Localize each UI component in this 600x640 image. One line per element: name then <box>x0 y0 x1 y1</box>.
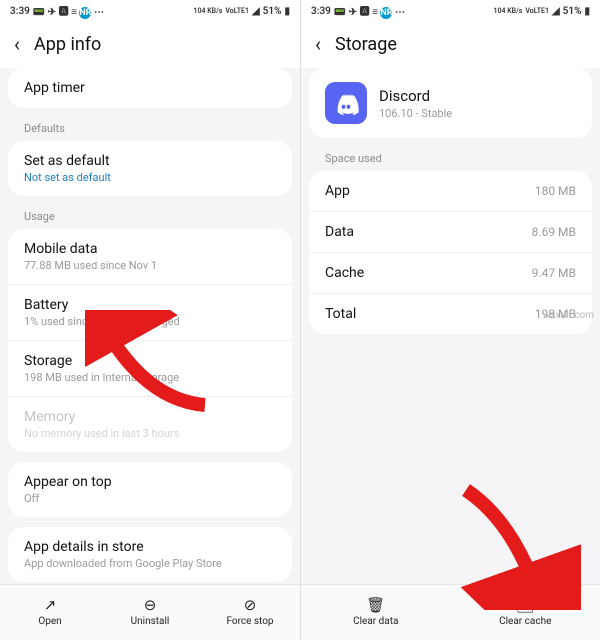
status-volte: VoLTE1 <box>525 7 549 15</box>
section-space-used: Space used <box>309 148 592 171</box>
app-version: 106.10 - Stable <box>379 107 452 120</box>
status-time: 3:39 <box>10 6 30 17</box>
battery-icon: ▮ <box>284 6 290 17</box>
screen-app-info: 3:39 📟 ✈ 🅰 ≡ NR ⋯ 104 KB/s VoLTE1 ◢ 51% … <box>0 0 300 640</box>
signal-icon: ◢ <box>552 6 560 17</box>
status-time: 3:39 <box>311 6 331 17</box>
discord-icon <box>325 82 367 124</box>
uninstall-icon: ⊖ <box>144 598 157 613</box>
row-memory: Memory No memory used in last 3 hours <box>8 396 292 452</box>
status-bar: 3:39 📟 ✈ 🅰 ≡ NR ⋯ 104 KB/s VoLTE1 ◢ 51% … <box>0 0 300 22</box>
row-mobile-data[interactable]: Mobile data 77.88 MB used since Nov 1 <box>8 229 292 284</box>
signal-icon: ◢ <box>252 6 260 17</box>
header: ‹ App info <box>0 22 300 68</box>
status-icons-left: 📟 ✈ 🅰 ≡ NR ⋯ <box>33 3 104 19</box>
uninstall-button[interactable]: ⊖ Uninstall <box>100 585 200 640</box>
row-app-size: App 180 MB <box>309 171 592 211</box>
page-title: App info <box>34 34 101 55</box>
back-icon[interactable]: ‹ <box>14 32 20 56</box>
open-button[interactable]: ↗ Open <box>0 585 100 640</box>
status-net: 104 KB/s <box>194 7 223 15</box>
clear-data-button[interactable]: 🗑 Clear data <box>301 585 451 640</box>
clear-cache-icon: 🗃 <box>516 598 535 613</box>
trash-icon: 🗑 <box>366 598 385 613</box>
watermark: wsxdn.com <box>543 310 594 321</box>
row-set-default[interactable]: Set as default Not set as default <box>8 141 292 196</box>
app-header: Discord 106.10 - Stable <box>309 68 592 138</box>
page-title: Storage <box>335 34 397 55</box>
force-stop-button[interactable]: ⊘ Force stop <box>200 585 300 640</box>
row-appear-on-top[interactable]: Appear on top Off <box>8 462 292 517</box>
force-stop-icon: ⊘ <box>244 598 257 613</box>
row-cache-size: Cache 9.47 MB <box>309 252 592 293</box>
row-storage[interactable]: Storage 198 MB used in Internal storage <box>8 340 292 396</box>
clear-cache-button[interactable]: 🗃 Clear cache <box>451 585 600 640</box>
status-volte: VoLTE1 <box>225 7 249 15</box>
section-defaults: Defaults <box>8 118 292 141</box>
section-usage: Usage <box>8 206 292 229</box>
row-app-timer[interactable]: App timer <box>8 68 292 108</box>
status-bar: 3:39 📟 ✈ 🅰 ≡ NR ⋯ 104 KB/s VoLTE1 ◢ 51% … <box>301 0 600 22</box>
back-icon[interactable]: ‹ <box>315 32 321 56</box>
row-battery[interactable]: Battery 1% used since last fully charged <box>8 284 292 340</box>
row-app-details-store[interactable]: App details in store App downloaded from… <box>8 527 292 582</box>
bottom-bar: 🗑 Clear data 🗃 Clear cache <box>301 584 600 640</box>
battery-pct: 51% <box>563 6 582 17</box>
open-icon: ↗ <box>44 598 57 613</box>
battery-pct: 51% <box>263 6 282 17</box>
status-net: 104 KB/s <box>494 7 523 15</box>
app-name: Discord <box>379 87 452 105</box>
status-icons-left: 📟 ✈ 🅰 ≡ NR ⋯ <box>334 3 405 19</box>
bottom-bar: ↗ Open ⊖ Uninstall ⊘ Force stop <box>0 584 300 640</box>
row-data-size: Data 8.69 MB <box>309 211 592 252</box>
battery-icon: ▮ <box>584 6 590 17</box>
header: ‹ Storage <box>301 22 600 68</box>
